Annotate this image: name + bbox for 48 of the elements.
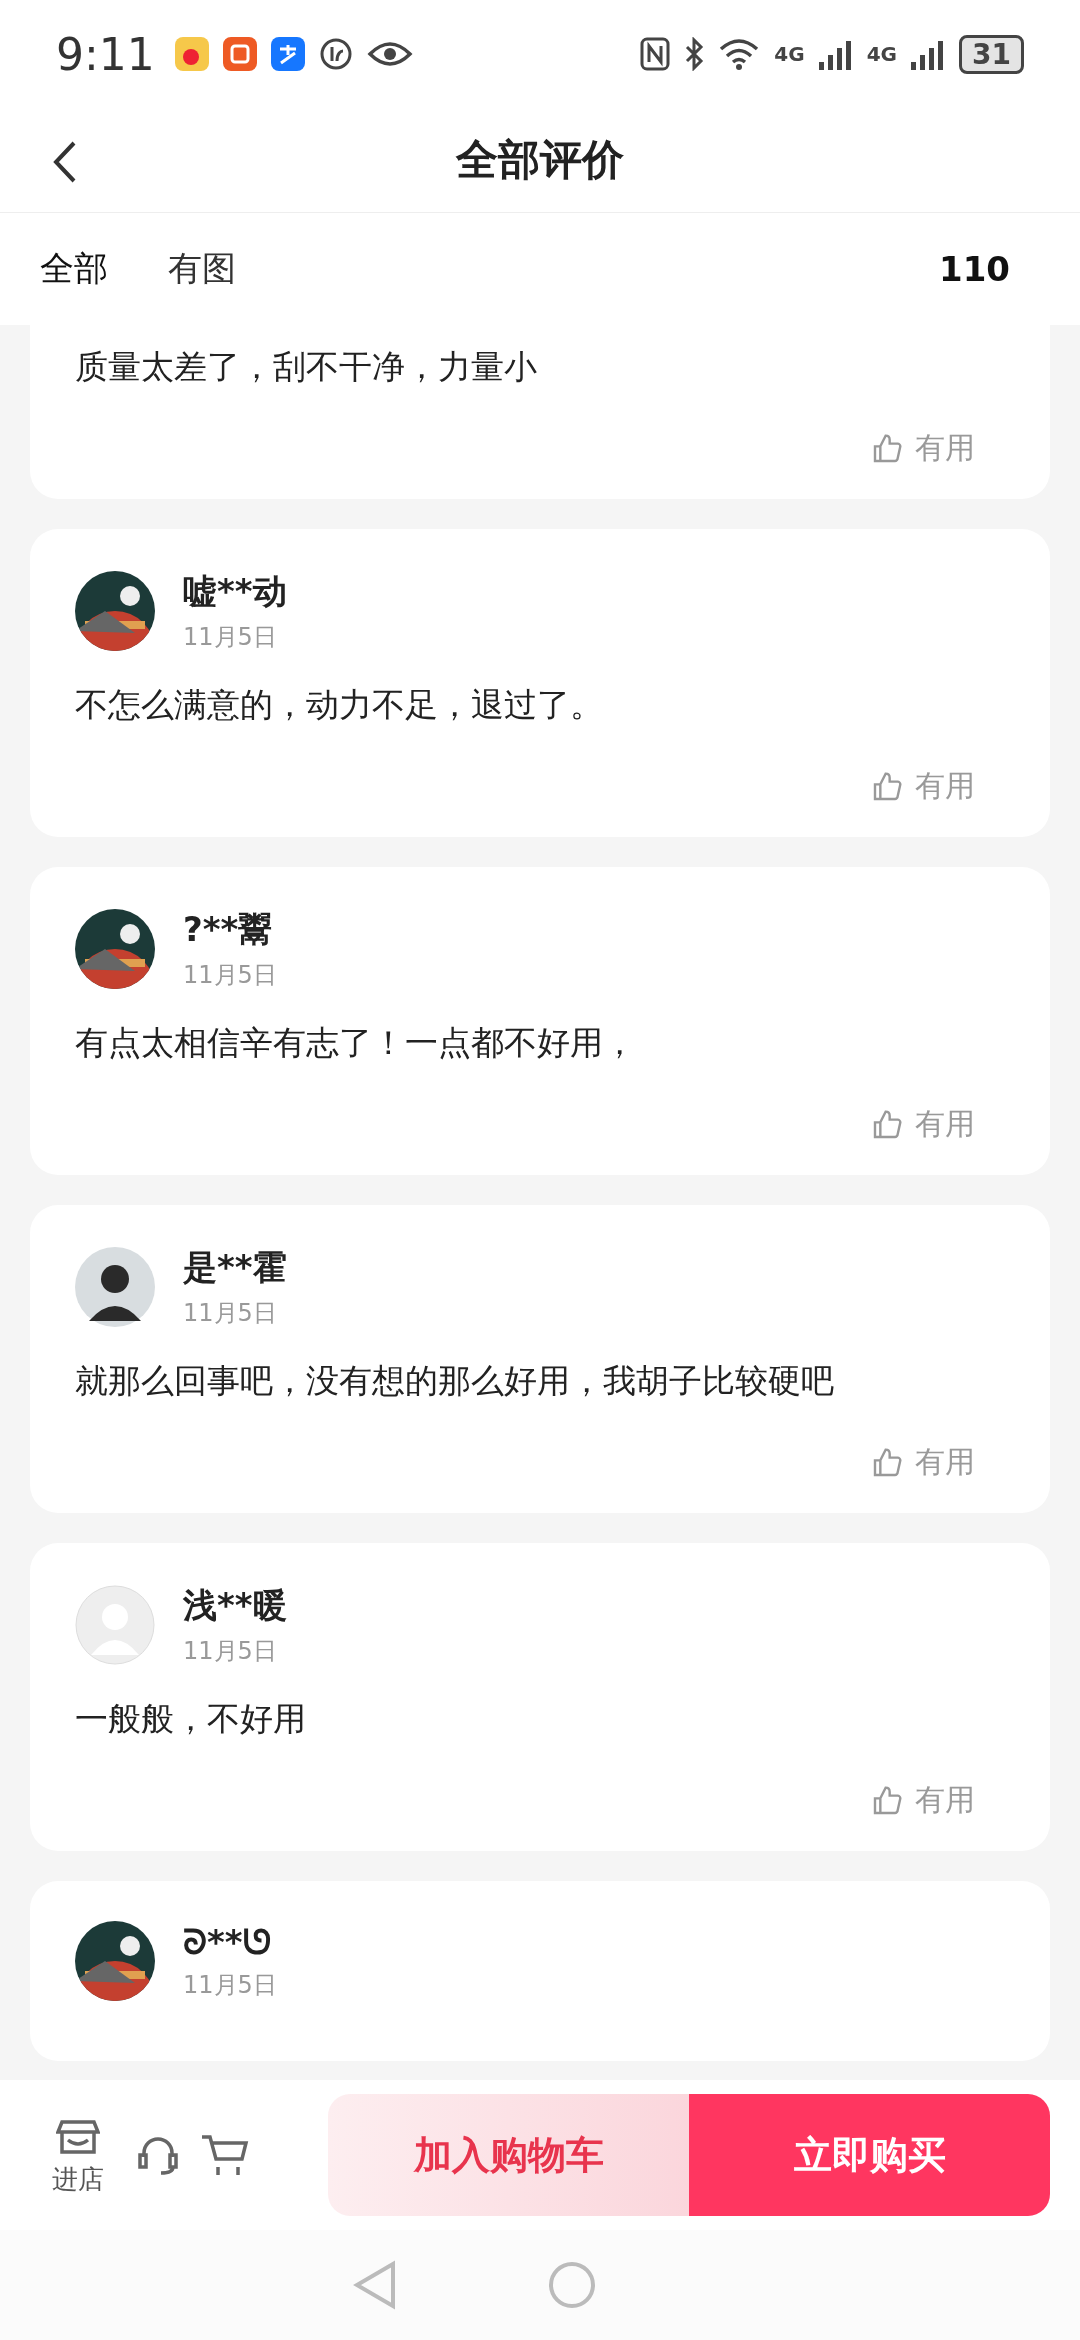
helpful-button[interactable]: 有用 bbox=[871, 1780, 1005, 1821]
thumbs-up-icon bbox=[871, 1108, 903, 1141]
app-notification-icon bbox=[270, 37, 305, 71]
thumbs-up-icon bbox=[871, 432, 903, 465]
thumbs-up-icon bbox=[871, 770, 903, 803]
network-type: 4G bbox=[866, 42, 898, 66]
review-date: 11月5日 bbox=[183, 1636, 278, 1667]
signal-icon bbox=[911, 38, 946, 70]
thumbs-up-icon bbox=[871, 1446, 903, 1479]
bluetooth-icon bbox=[684, 37, 705, 71]
reviewer-name: ?**鬻 bbox=[183, 908, 274, 951]
thumbs-up-icon bbox=[871, 1784, 903, 1817]
review-date: 11月5日 bbox=[183, 622, 278, 653]
review-text: 就那么回事吧，没有想的那么好用，我胡子比较硬吧 bbox=[75, 1360, 835, 1402]
signal-icon bbox=[818, 38, 853, 70]
cart-icon[interactable] bbox=[200, 2133, 250, 2177]
filter-tab[interactable]: 有图 bbox=[168, 246, 236, 292]
helpful-button[interactable]: 有用 bbox=[871, 428, 1005, 469]
wifi-icon bbox=[718, 37, 761, 71]
filter-tab[interactable]: 全部 bbox=[40, 246, 108, 292]
review-text: 质量太差了，刮不干净，力量小 bbox=[75, 346, 538, 388]
nfc-icon bbox=[640, 37, 671, 71]
battery-level: 31 bbox=[959, 34, 1024, 74]
reviewer-name: 浅**暖 bbox=[183, 1584, 287, 1627]
review-date: 11月5日 bbox=[183, 1969, 277, 2001]
reviewer-name: ᘐ**ᘎ bbox=[183, 1921, 272, 1963]
review-date: 11月5日 bbox=[183, 1298, 278, 1329]
buy-now-button[interactable]: 立即购买 bbox=[689, 2094, 1050, 2216]
review-text: 有点太相信辛有志了！一点都不好用， bbox=[75, 1022, 637, 1064]
helpful-button[interactable]: 有用 bbox=[871, 1104, 1005, 1145]
review-text: 一般般，不好用 bbox=[75, 1698, 307, 1740]
store-button[interactable]: 进店 bbox=[40, 2113, 116, 2197]
status-time: 9:11 bbox=[56, 28, 155, 80]
back-icon[interactable] bbox=[52, 140, 78, 184]
leaf-circle-icon bbox=[318, 37, 353, 71]
review-text: 不怎么满意的，动力不足，退过了。 bbox=[75, 684, 604, 726]
review-date: 11月5日 bbox=[183, 960, 277, 991]
helpful-button[interactable]: 有用 bbox=[871, 766, 1005, 807]
app-notification-icon bbox=[222, 37, 257, 71]
app-notification-icon bbox=[174, 37, 209, 71]
reviewer-name: 是**霍 bbox=[183, 1246, 287, 1289]
review-count: 110 bbox=[939, 249, 1010, 289]
page-title: 全部评价 bbox=[456, 134, 624, 186]
helpful-button[interactable]: 有用 bbox=[871, 1442, 1005, 1483]
network-type: 4G bbox=[774, 42, 805, 66]
eye-icon bbox=[366, 39, 413, 69]
reviewer-name: 嘘**动 bbox=[183, 570, 287, 613]
add-to-cart-button[interactable]: 加入购物车 bbox=[328, 2094, 689, 2216]
